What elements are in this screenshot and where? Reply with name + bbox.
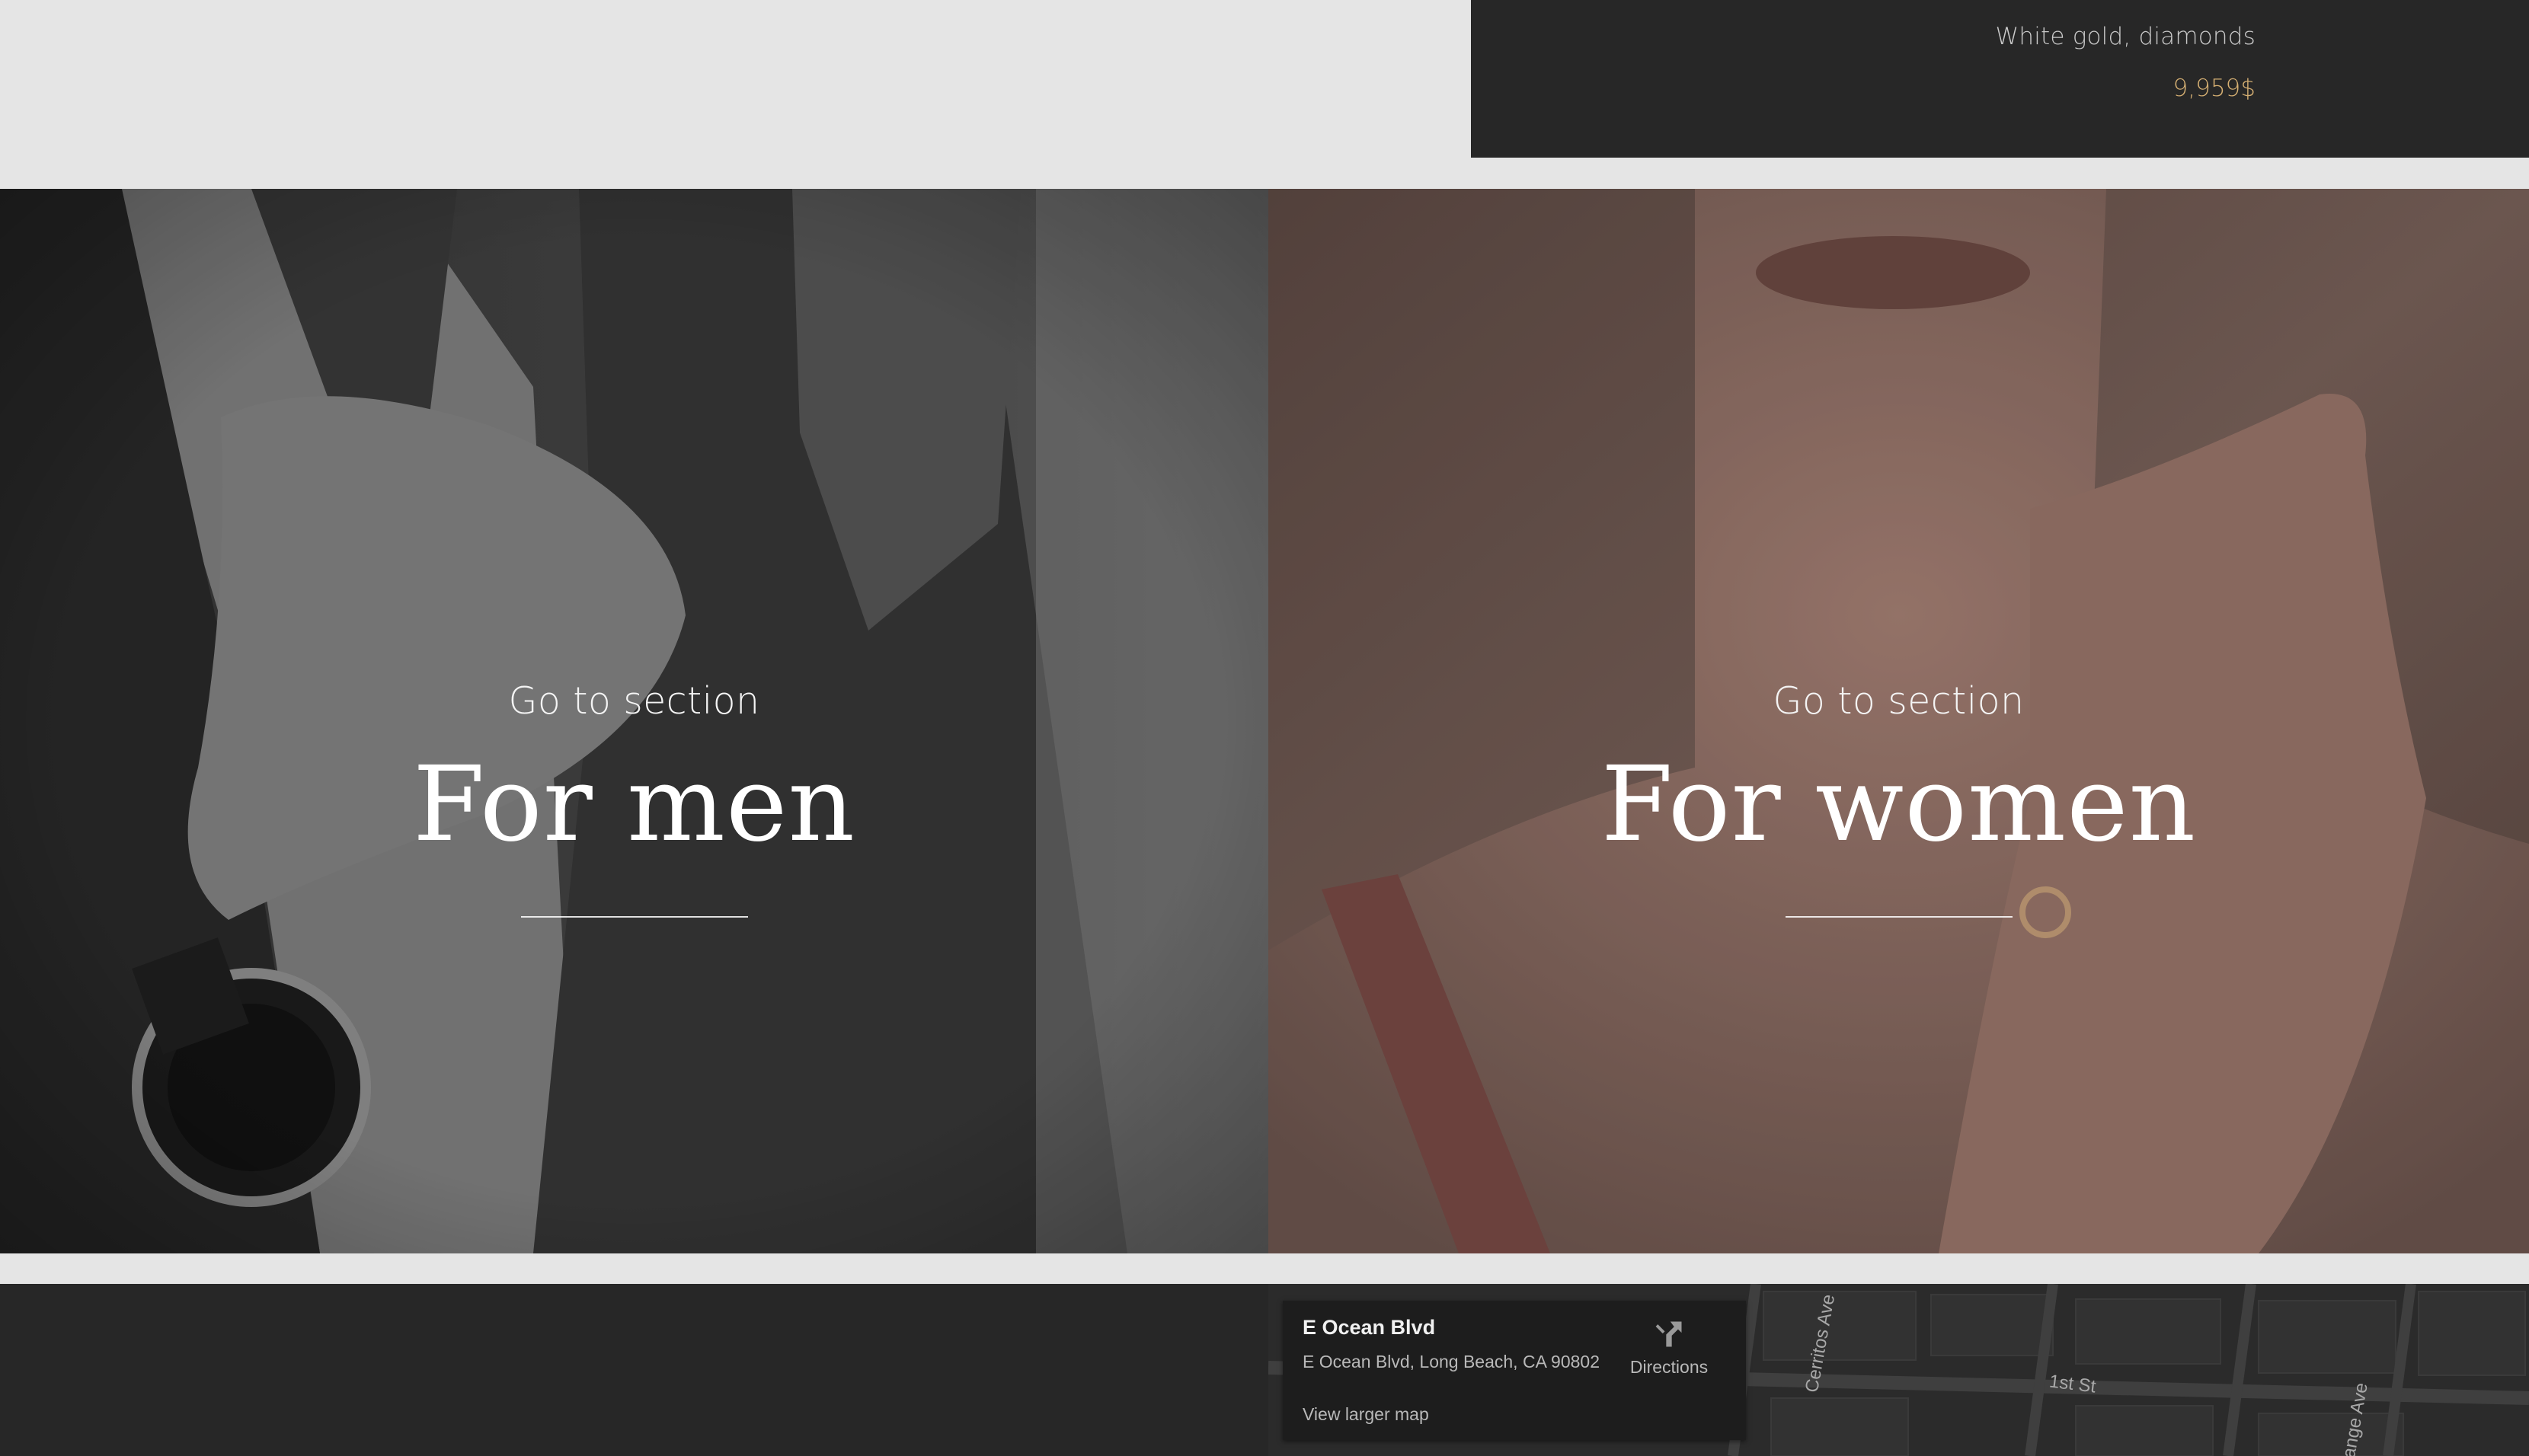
directions-label: Directions <box>1629 1357 1709 1377</box>
section-card-men[interactable]: Go to section For men <box>0 189 1268 1253</box>
section-title-men: For men <box>412 745 856 865</box>
product-card[interactable]: White gold, diamonds 9,959$ <box>1471 0 2529 158</box>
section-title-women: For women <box>1600 745 2197 865</box>
map-info-card: E Ocean Blvd E Ocean Blvd, Long Beach, C… <box>1283 1301 1746 1440</box>
title-underline <box>520 916 748 918</box>
map-address: E Ocean Blvd, Long Beach, CA 90802 <box>1303 1352 1600 1371</box>
directions-button[interactable]: Directions <box>1619 1317 1719 1378</box>
product-material: White gold, diamonds <box>1995 23 2256 50</box>
section-content-men: Go to section For men <box>0 682 1268 918</box>
map-place-name: E Ocean Blvd <box>1303 1316 1436 1339</box>
category-panels: Go to section For men Go to section For … <box>0 189 2529 1253</box>
section-content-women: Go to section For women <box>1268 682 2529 918</box>
section-card-women[interactable]: Go to section For women <box>1268 189 2529 1253</box>
title-underline <box>1785 916 2013 918</box>
directions-icon <box>1655 1321 1682 1347</box>
view-larger-map-link[interactable]: View larger map <box>1303 1404 1429 1425</box>
footer-dark-area <box>0 1284 1268 1456</box>
product-price: 9,959$ <box>2173 75 2256 102</box>
embedded-map[interactable]: 1st St Cerritos Ave ange Ave E Ocean Blv… <box>1268 1284 2529 1456</box>
goto-section-label: Go to section <box>508 679 760 723</box>
goto-section-label: Go to section <box>1773 679 2025 723</box>
